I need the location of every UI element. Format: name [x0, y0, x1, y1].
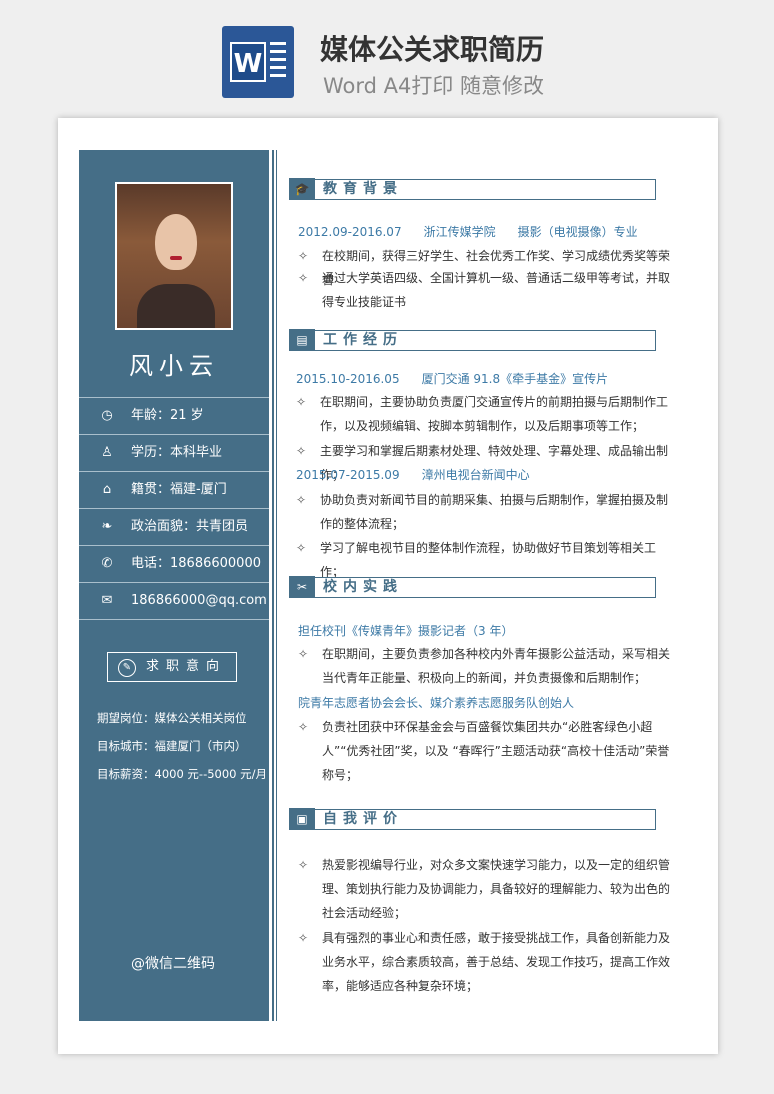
info-education: ♙ 学历：本科毕业	[79, 434, 269, 471]
resume-page: 风小云 ◷ 年龄：21 岁 ♙ 学历：本科毕业 ⌂ 籍贯：福建-厦门 ❧ 政治面…	[58, 118, 718, 1054]
section-education-header: 🎓 教育背景	[289, 178, 656, 200]
info-hometown: ⌂ 籍贯：福建-厦门	[79, 471, 269, 508]
intent-header: ✎ 求职意向	[107, 652, 237, 682]
doc-title: 媒体公关求职简历	[320, 33, 545, 66]
section-campus-header: ✂ 校内实践	[289, 576, 656, 598]
info-political: ❧ 政治面貌：共青团员	[79, 508, 269, 545]
phone-icon: ✆	[101, 556, 113, 571]
self-bullet: ✧ 具有强烈的事业心和责任感，敢于接受挑战工作，具备创新能力及业务水平，综合素质较…	[298, 931, 671, 993]
doc-subtitle: Word A4打印 随意修改	[323, 74, 545, 98]
intent-salary: 目标薪资：4000 元--5000 元/月	[97, 767, 268, 781]
graduation-cap-icon: 🎓	[289, 178, 315, 200]
self-bullet: ✧ 热爱影视编导行业，对众多文案快速学习能力，以及一定的组织管理、策划执行能力及协…	[298, 858, 671, 920]
info-phone: ✆ 电话：18686600000	[79, 545, 269, 582]
candidate-name: 风小云	[129, 352, 219, 380]
job2-subhead: 2015.07-2015.09 漳州电视台新闻中心	[296, 468, 530, 482]
intent-position: 期望岗位：媒体公关相关岗位	[97, 711, 247, 725]
home-icon: ⌂	[102, 482, 112, 497]
section-work-header: ▤ 工作经历	[289, 329, 656, 351]
mail-icon: ✉	[101, 593, 113, 608]
campus-item2-bullet: ✧ 负责社团获中环保基金会与百盛餐饮集团共办“必胜客绿色小超人”“优秀社团”奖，以…	[298, 720, 670, 782]
tools-icon: ✂	[289, 576, 315, 598]
clipboard-icon: ▤	[289, 329, 315, 351]
edit-icon: ✎	[118, 659, 136, 677]
word-icon-letter: W	[230, 42, 266, 82]
intent-city: 目标城市：福建厦门（市内）	[97, 739, 247, 753]
section-self-header: ▣ 自我评价	[289, 808, 656, 830]
education-subhead: 2012.09-2016.07 浙江传媒学院 摄影（电视摄像）专业	[298, 225, 638, 239]
profile-card-icon: ▣	[289, 808, 315, 830]
info-email: ✉ 186866000@qq.com	[79, 582, 269, 620]
info-age: ◷ 年龄：21 岁	[79, 397, 269, 434]
graduate-icon: ♙	[101, 445, 113, 460]
job1-bullet: ✧ 在职期间，主要协助负责厦门交通宣传片的前期拍摄与后期制作工作，以及视频编辑、按…	[296, 395, 669, 433]
wechat-qr-label: @微信二维码	[131, 956, 215, 972]
job1-subhead: 2015.10-2016.05 厦门交通 91.8《牵手基金》宣传片	[296, 372, 609, 386]
education-bullet: ✧ 通过大学英语四级、全国计算机一级、普通话二级甲等考试，并取得专业技能证书	[298, 271, 671, 309]
clock-icon: ◷	[101, 408, 113, 423]
leaf-icon: ❧	[101, 519, 113, 534]
campus-item1-subhead: 担任校刊《传媒青年》摄影记者（3 年）	[298, 624, 514, 638]
sidebar: 风小云 ◷ 年龄：21 岁 ♙ 学历：本科毕业 ⌂ 籍贯：福建-厦门 ❧ 政治面…	[79, 150, 269, 1021]
profile-photo	[115, 182, 233, 330]
campus-item2-subhead: 院青年志愿者协会会长、媒介素养志愿服务队创始人	[298, 696, 575, 710]
page-header: W 媒体公关求职简历 Word A4打印 随意修改	[0, 0, 774, 110]
campus-item1-bullet: ✧ 在职期间，主要负责参加各种校内外青年摄影公益活动，采写相关当代青年正能量、积极…	[298, 647, 671, 685]
job2-bullet: ✧ 协助负责对新闻节目的前期采集、拍摄与后期制作，掌握拍摄及制作的整体流程；	[296, 493, 669, 531]
word-icon: W	[222, 26, 294, 98]
